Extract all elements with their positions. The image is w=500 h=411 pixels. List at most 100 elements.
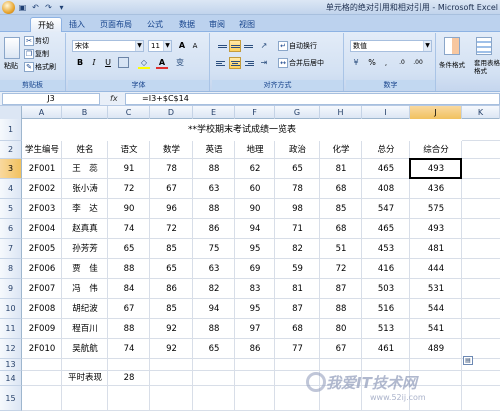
column-header-c[interactable]: C bbox=[108, 106, 150, 119]
data-cell[interactable]: 77 bbox=[275, 339, 320, 359]
number-format-select[interactable]: 数值 ▼ bbox=[350, 40, 432, 52]
align-left-icon[interactable] bbox=[216, 57, 228, 69]
row-header-13[interactable]: 13 bbox=[0, 359, 22, 371]
data-cell[interactable]: 503 bbox=[362, 279, 410, 299]
data-cell[interactable]: 78 bbox=[275, 179, 320, 199]
worksheet-grid[interactable]: ABCDEFGHIJK 1 2 3 4 5 6 7 8 9 10 11 12 13 14 15 **学校期末考… bbox=[0, 106, 500, 411]
tab-insert[interactable]: 插入 bbox=[64, 17, 90, 32]
data-cell[interactable]: 87 bbox=[275, 299, 320, 319]
row-header-8[interactable]: 8 bbox=[0, 259, 22, 279]
row-header-5[interactable]: 5 bbox=[0, 199, 22, 219]
sheet-title-cell[interactable]: **学校期末考试成绩一览表 bbox=[22, 119, 462, 141]
data-cell[interactable]: 88 bbox=[108, 259, 150, 279]
data-cell[interactable]: 74 bbox=[108, 219, 150, 239]
column-header-f[interactable]: F bbox=[235, 106, 275, 119]
data-cell[interactable]: 68 bbox=[275, 319, 320, 339]
header-cell[interactable]: 政治 bbox=[275, 141, 320, 159]
paste-icon[interactable] bbox=[4, 37, 20, 59]
column-header-e[interactable]: E bbox=[193, 106, 235, 119]
data-cell[interactable]: 91 bbox=[108, 159, 150, 179]
data-cell[interactable]: 72 bbox=[320, 259, 362, 279]
data-cell[interactable]: 赵真真 bbox=[62, 219, 108, 239]
office-button[interactable] bbox=[2, 1, 15, 14]
shrink-font-icon[interactable]: A bbox=[189, 40, 201, 52]
active-cell[interactable] bbox=[409, 158, 462, 179]
paste-options-icon[interactable]: ▤ bbox=[463, 356, 473, 365]
data-cell[interactable]: 2F010 bbox=[22, 339, 62, 359]
data-cell[interactable]: 62 bbox=[235, 159, 275, 179]
data-cell[interactable]: 90 bbox=[235, 199, 275, 219]
decrease-decimal-icon[interactable]: .00 bbox=[412, 57, 424, 69]
data-cell[interactable]: 408 bbox=[362, 179, 410, 199]
data-cell[interactable]: 81 bbox=[275, 279, 320, 299]
data-cell[interactable]: 436 bbox=[410, 179, 462, 199]
comma-icon[interactable]: , bbox=[380, 57, 392, 69]
copy-button[interactable]: ❐ 复制 bbox=[24, 49, 49, 59]
data-cell[interactable]: 67 bbox=[150, 179, 193, 199]
data-cell[interactable]: 97 bbox=[235, 319, 275, 339]
data-cell[interactable]: 65 bbox=[108, 239, 150, 259]
data-cell[interactable]: 71 bbox=[275, 219, 320, 239]
header-cell[interactable]: 总分 bbox=[362, 141, 410, 159]
data-cell[interactable]: 516 bbox=[362, 299, 410, 319]
column-header-k[interactable]: K bbox=[462, 106, 500, 119]
average-label-cell[interactable]: 平时表现 bbox=[62, 371, 108, 386]
data-cell[interactable]: 80 bbox=[320, 319, 362, 339]
data-cell[interactable]: 92 bbox=[150, 319, 193, 339]
data-cell[interactable]: 493 bbox=[410, 219, 462, 239]
data-cell[interactable]: 85 bbox=[150, 299, 193, 319]
data-cell[interactable]: 461 bbox=[362, 339, 410, 359]
row-header-1[interactable]: 1 bbox=[0, 119, 22, 141]
data-cell[interactable]: 60 bbox=[235, 179, 275, 199]
data-cell[interactable]: 531 bbox=[410, 279, 462, 299]
data-cell[interactable]: 88 bbox=[193, 159, 235, 179]
column-header-h[interactable]: H bbox=[320, 106, 362, 119]
header-cell[interactable]: 综合分 bbox=[410, 141, 462, 159]
data-cell[interactable]: 2F003 bbox=[22, 199, 62, 219]
column-header-g[interactable]: G bbox=[275, 106, 320, 119]
data-cell[interactable]: 李 达 bbox=[62, 199, 108, 219]
data-cell[interactable]: 575 bbox=[410, 199, 462, 219]
orientation-icon[interactable]: ↗ bbox=[258, 40, 270, 52]
data-cell[interactable]: 68 bbox=[320, 179, 362, 199]
data-cell[interactable]: 67 bbox=[108, 299, 150, 319]
data-cell[interactable]: 65 bbox=[150, 259, 193, 279]
data-cell[interactable]: 465 bbox=[362, 159, 410, 179]
tab-data[interactable]: 数据 bbox=[174, 17, 200, 32]
data-cell[interactable]: 95 bbox=[235, 239, 275, 259]
column-header-d[interactable]: D bbox=[150, 106, 193, 119]
data-cell[interactable]: 张小涛 bbox=[62, 179, 108, 199]
row-header-4[interactable]: 4 bbox=[0, 179, 22, 199]
data-cell[interactable]: 孙芳芳 bbox=[62, 239, 108, 259]
data-cell[interactable]: 82 bbox=[275, 239, 320, 259]
currency-icon[interactable]: ¥ bbox=[350, 57, 362, 69]
data-cell[interactable]: 75 bbox=[193, 239, 235, 259]
italic-icon[interactable]: I bbox=[88, 57, 100, 69]
data-cell[interactable]: 94 bbox=[193, 299, 235, 319]
tab-view[interactable]: 视图 bbox=[234, 17, 260, 32]
tab-review[interactable]: 审阅 bbox=[204, 17, 230, 32]
tab-page-layout[interactable]: 页面布局 bbox=[94, 17, 138, 32]
phonetic-icon[interactable]: 变 bbox=[174, 57, 186, 69]
data-cell[interactable]: 69 bbox=[235, 259, 275, 279]
fx-icon[interactable]: fx bbox=[110, 93, 118, 105]
column-header-j[interactable]: J bbox=[410, 106, 462, 119]
data-cell[interactable]: 85 bbox=[320, 199, 362, 219]
font-name-select[interactable]: 宋体 ▼ bbox=[72, 40, 144, 52]
header-cell[interactable]: 化学 bbox=[320, 141, 362, 159]
merge-center-button[interactable]: ↔ 合并后居中 bbox=[278, 58, 324, 68]
row-header-9[interactable]: 9 bbox=[0, 279, 22, 299]
save-icon[interactable]: ▣ bbox=[17, 2, 28, 13]
data-cell[interactable]: 88 bbox=[193, 199, 235, 219]
formula-input[interactable]: =I3+$C$14 bbox=[125, 93, 500, 105]
border-icon[interactable] bbox=[118, 57, 129, 68]
data-cell[interactable]: 81 bbox=[320, 159, 362, 179]
row-header-3[interactable]: 3 bbox=[0, 159, 22, 179]
row-header-10[interactable]: 10 bbox=[0, 299, 22, 319]
column-header-b[interactable]: B bbox=[62, 106, 108, 119]
header-cell[interactable]: 地理 bbox=[235, 141, 275, 159]
data-cell[interactable]: 86 bbox=[150, 279, 193, 299]
data-cell[interactable]: 88 bbox=[320, 299, 362, 319]
font-size-select[interactable]: 11 ▼ bbox=[148, 40, 172, 52]
increase-decimal-icon[interactable]: .0 bbox=[396, 57, 408, 69]
